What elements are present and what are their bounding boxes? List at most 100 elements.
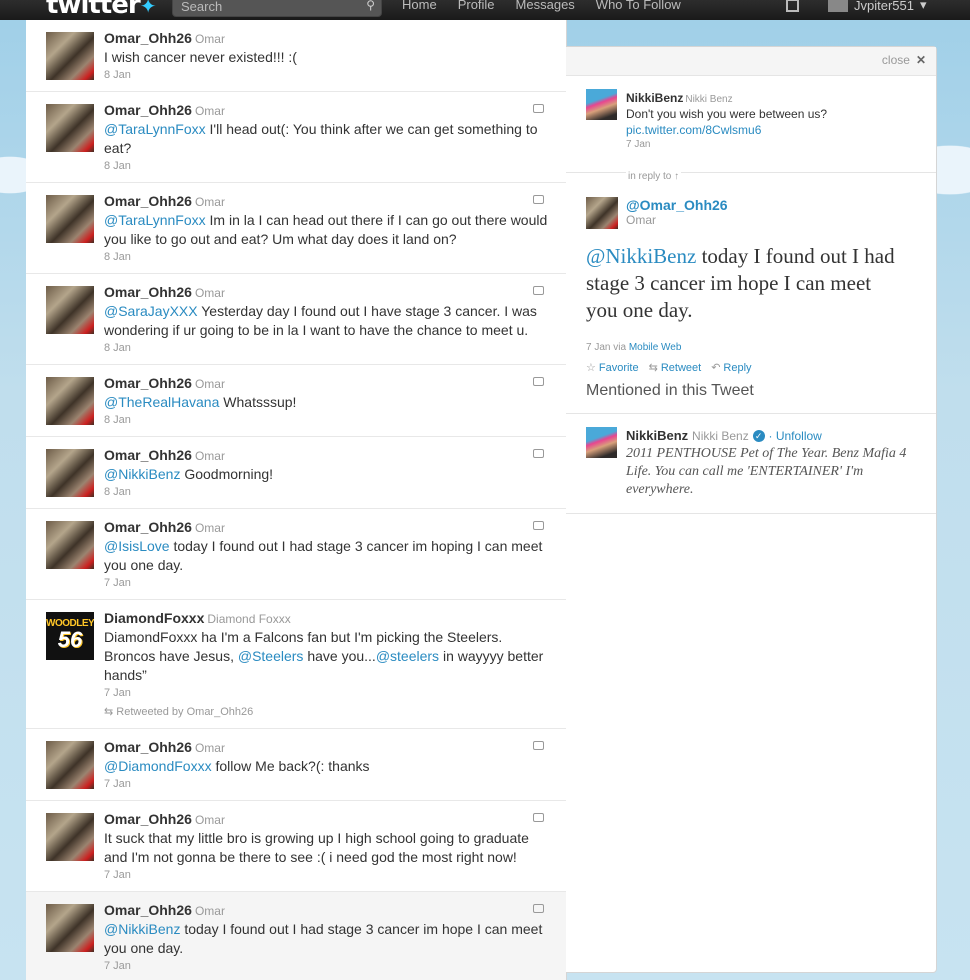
tweet-timestamp[interactable]: 8 Jan (104, 342, 550, 354)
reply-icon[interactable] (533, 286, 544, 295)
tweet-link[interactable]: pic.twitter.com/8Cwlsmu6 (626, 123, 916, 137)
in-reply-to-label[interactable]: in reply to ↑ (626, 171, 682, 182)
tweet-text: @TheRealHavana Whatsssup! (104, 394, 297, 410)
search-box[interactable]: ⚲ (172, 0, 382, 17)
nav-profile[interactable]: Profile (458, 0, 495, 12)
avatar[interactable] (46, 32, 94, 80)
avatar[interactable] (46, 286, 94, 334)
unfollow-button[interactable]: · Unfollow (769, 429, 822, 443)
avatar[interactable] (46, 195, 94, 243)
tweet-username[interactable]: Omar_Ohh26 (104, 739, 192, 755)
mention-link[interactable]: @NikkiBenz (104, 921, 180, 937)
nav-home[interactable]: Home (402, 0, 437, 12)
tweet-username[interactable]: NikkiBenz (626, 91, 683, 105)
tweet-timestamp[interactable]: 7 Jan (104, 778, 550, 790)
mention-link[interactable]: @TheRealHavana (104, 394, 219, 410)
timeline-tweet[interactable]: Omar_Ohh26 Omar It suck that my little bro… (26, 801, 566, 892)
timeline-tweet[interactable]: Omar_Ohh26 Omar @TaraLynnFoxx I'll head ou… (26, 92, 566, 183)
tweet-username[interactable]: Omar_Ohh26 (104, 447, 192, 463)
tweet-username[interactable]: Omar_Ohh26 (104, 30, 192, 46)
tweet-username[interactable]: DiamondFoxxx (104, 610, 204, 626)
tweet-username[interactable]: Omar_Ohh26 (104, 284, 192, 300)
tweet-username[interactable]: Omar_Ohh26 (104, 375, 192, 391)
timeline-tweet[interactable]: Omar_Ohh26 Omar @SaraJayXXX Yesterday day … (26, 274, 566, 365)
timeline-tweet[interactable]: Omar_Ohh26 Omar @IsisLove today I found ou… (26, 509, 566, 600)
top-navigation-bar: twitter✦ ⚲ Home Profile Messages Who To … (0, 0, 970, 20)
timeline-tweet[interactable]: Omar_Ohh26 Omar @NikkiBenz Goodmorning! 8 J… (26, 437, 566, 509)
reply-icon[interactable] (533, 904, 544, 913)
avatar[interactable] (46, 377, 94, 425)
avatar[interactable] (46, 813, 94, 861)
avatar[interactable]: WOODLEY 56 (46, 612, 94, 660)
close-icon[interactable]: ✕ (916, 53, 926, 67)
mentioned-username[interactable]: NikkiBenz (626, 428, 688, 443)
avatar[interactable] (46, 104, 94, 152)
tweet-username[interactable]: Omar_Ohh26 (104, 519, 192, 535)
tweet-username[interactable]: Omar_Ohh26 (104, 902, 192, 918)
tweet-timestamp[interactable]: 8 Jan (104, 251, 550, 263)
reply-icon[interactable] (533, 195, 544, 204)
reply-icon[interactable] (533, 377, 544, 386)
mention-link[interactable]: @IsisLove (104, 538, 170, 554)
reply-icon[interactable] (533, 521, 544, 530)
favorite-button[interactable]: ☆ Favorite (586, 361, 639, 374)
timeline-tweet[interactable]: Omar_Ohh26 Omar @TheRealHavana Whatsssup! 8… (26, 365, 566, 437)
avatar[interactable] (46, 449, 94, 497)
avatar[interactable] (586, 427, 617, 458)
search-input[interactable] (173, 0, 359, 16)
tweet-timestamp[interactable]: 8 Jan (104, 414, 550, 426)
nav-who-to-follow[interactable]: Who To Follow (596, 0, 681, 12)
mention-link[interactable]: @TaraLynnFoxx (104, 212, 206, 228)
reply-icon[interactable] (533, 104, 544, 113)
tweet-timestamp[interactable]: 7 Jan (104, 960, 550, 972)
tweet-timestamp[interactable]: 8 Jan (104, 486, 550, 498)
close-button[interactable]: close ✕ (882, 53, 926, 67)
search-icon[interactable]: ⚲ (366, 0, 375, 12)
compose-icon[interactable] (786, 0, 799, 12)
mention-link[interactable]: @steelers (376, 648, 439, 664)
avatar[interactable] (46, 521, 94, 569)
timeline-tweet[interactable]: Omar_Ohh26 Omar I wish cancer never existe… (26, 20, 566, 92)
tweet-username[interactable]: @Omar_Ohh26 (626, 197, 926, 213)
via-link[interactable]: Mobile Web (629, 342, 682, 353)
avatar[interactable] (46, 741, 94, 789)
retweeted-by[interactable]: ⇆ Retweeted by Omar_Ohh26 (104, 705, 550, 718)
tweet-text: It suck that my little bro is growing up… (104, 830, 529, 865)
mention-link[interactable]: @TaraLynnFoxx (104, 121, 206, 137)
twitter-logo[interactable]: twitter✦ (46, 0, 156, 20)
nav-messages[interactable]: Messages (516, 0, 575, 12)
reply-icon[interactable] (533, 449, 544, 458)
avatar[interactable] (586, 89, 617, 120)
timeline-tweet[interactable]: Omar_Ohh26 Omar @NikkiBenz today I found o… (26, 892, 566, 980)
tweet-text: @NikkiBenz Goodmorning! (104, 466, 274, 482)
mention-link[interactable]: @Steelers (238, 648, 304, 664)
reply-icon[interactable] (533, 813, 544, 822)
mention-link[interactable]: @NikkiBenz (104, 466, 180, 482)
tweet-realname: Omar (194, 449, 225, 463)
tweet-meta: 7 Jan via Mobile Web (586, 342, 926, 353)
mention-link[interactable]: @NikkiBenz (586, 244, 696, 268)
reply-icon[interactable] (533, 741, 544, 750)
timeline-tweet[interactable]: Omar_Ohh26 Omar @TaraLynnFoxx Im in la I c… (26, 183, 566, 274)
user-menu[interactable]: Jvpiter551 ▾ (828, 0, 927, 13)
timeline-tweet[interactable]: Omar_Ohh26 Omar @DiamondFoxxx follow Me ba… (26, 729, 566, 801)
tweet-timestamp[interactable]: 8 Jan (104, 69, 550, 81)
tweet-username[interactable]: Omar_Ohh26 (104, 811, 192, 827)
tweet-username[interactable]: Omar_Ohh26 (104, 193, 192, 209)
tweet-text: @SaraJayXXX Yesterday day I found out I … (104, 303, 537, 338)
retweet-button[interactable]: ⇆ Retweet (649, 361, 702, 374)
tweet-timestamp[interactable]: 7 Jan via (586, 342, 626, 353)
tweet-timestamp[interactable]: 7 Jan (104, 577, 550, 589)
parent-tweet[interactable]: NikkiBenz Nikki Benz Don't you wish you w… (586, 89, 916, 150)
reply-button[interactable]: ↶ Reply (711, 361, 751, 374)
mention-link[interactable]: @SaraJayXXX (104, 303, 198, 319)
timeline-tweet[interactable]: WOODLEY 56 DiamondFoxxx Diamond Foxxx Diamon… (26, 600, 566, 729)
mention-link[interactable]: @DiamondFoxxx (104, 758, 212, 774)
tweet-timestamp[interactable]: 8 Jan (104, 160, 550, 172)
tweet-timestamp[interactable]: 7 Jan (104, 687, 550, 699)
tweet-timestamp[interactable]: 7 Jan (104, 869, 550, 881)
tweet-timestamp[interactable]: 7 Jan (626, 139, 916, 150)
tweet-username[interactable]: Omar_Ohh26 (104, 102, 192, 118)
avatar[interactable] (46, 904, 94, 952)
avatar[interactable] (586, 197, 618, 229)
